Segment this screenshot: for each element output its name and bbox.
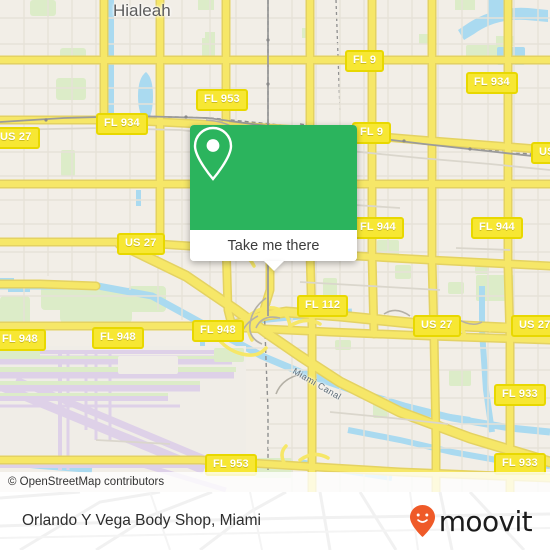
popup-header xyxy=(190,125,357,230)
moovit-logo[interactable]: moovit xyxy=(409,504,533,538)
road-shield: FL 112 xyxy=(297,295,349,317)
road-shield: FL 948 xyxy=(0,329,46,351)
map-canvas[interactable]: Hialeah Miami Canal FL 9 FL 934 FL 953 FL 9… xyxy=(0,0,550,492)
footer-bar: Orlando Y Vega Body Shop, Miami moovit xyxy=(0,492,550,550)
take-me-there-button[interactable]: Take me there xyxy=(190,230,357,261)
road-shield: US 27 xyxy=(0,127,40,149)
city-label-hialeah: Hialeah xyxy=(113,1,171,20)
road-shield: FL 948 xyxy=(192,320,244,342)
moovit-wordmark: moovit xyxy=(438,504,533,538)
map-pin-icon xyxy=(193,126,233,181)
road-shield: FL 948 xyxy=(92,327,144,349)
road-shield: FL 9 xyxy=(352,122,392,144)
screenshot-root: Hialeah Miami Canal FL 9 FL 934 FL 953 FL 9… xyxy=(0,0,550,550)
popup-pointer xyxy=(263,261,284,271)
road-shield: FL 944 xyxy=(471,217,523,239)
place-title: Orlando Y Vega Body Shop, Miami xyxy=(22,512,261,529)
road-shield: FL 953 xyxy=(196,89,248,111)
road-shield: US xyxy=(531,142,550,164)
take-me-there-label: Take me there xyxy=(227,237,320,254)
road-shield: FL 9 xyxy=(345,50,385,72)
road-shield: FL 933 xyxy=(494,384,546,406)
road-shield: US 27 xyxy=(511,315,550,337)
road-shield: US 27 xyxy=(413,315,461,337)
map-attribution[interactable]: © OpenStreetMap contributors xyxy=(0,472,550,492)
road-shield: US 27 xyxy=(117,233,165,255)
location-popup-card[interactable]: Take me there xyxy=(190,125,357,271)
road-shield: FL 934 xyxy=(96,113,148,135)
road-shield: FL 934 xyxy=(466,72,518,94)
moovit-smiley-pin-icon xyxy=(409,505,435,537)
road-shield: FL 944 xyxy=(352,217,404,239)
